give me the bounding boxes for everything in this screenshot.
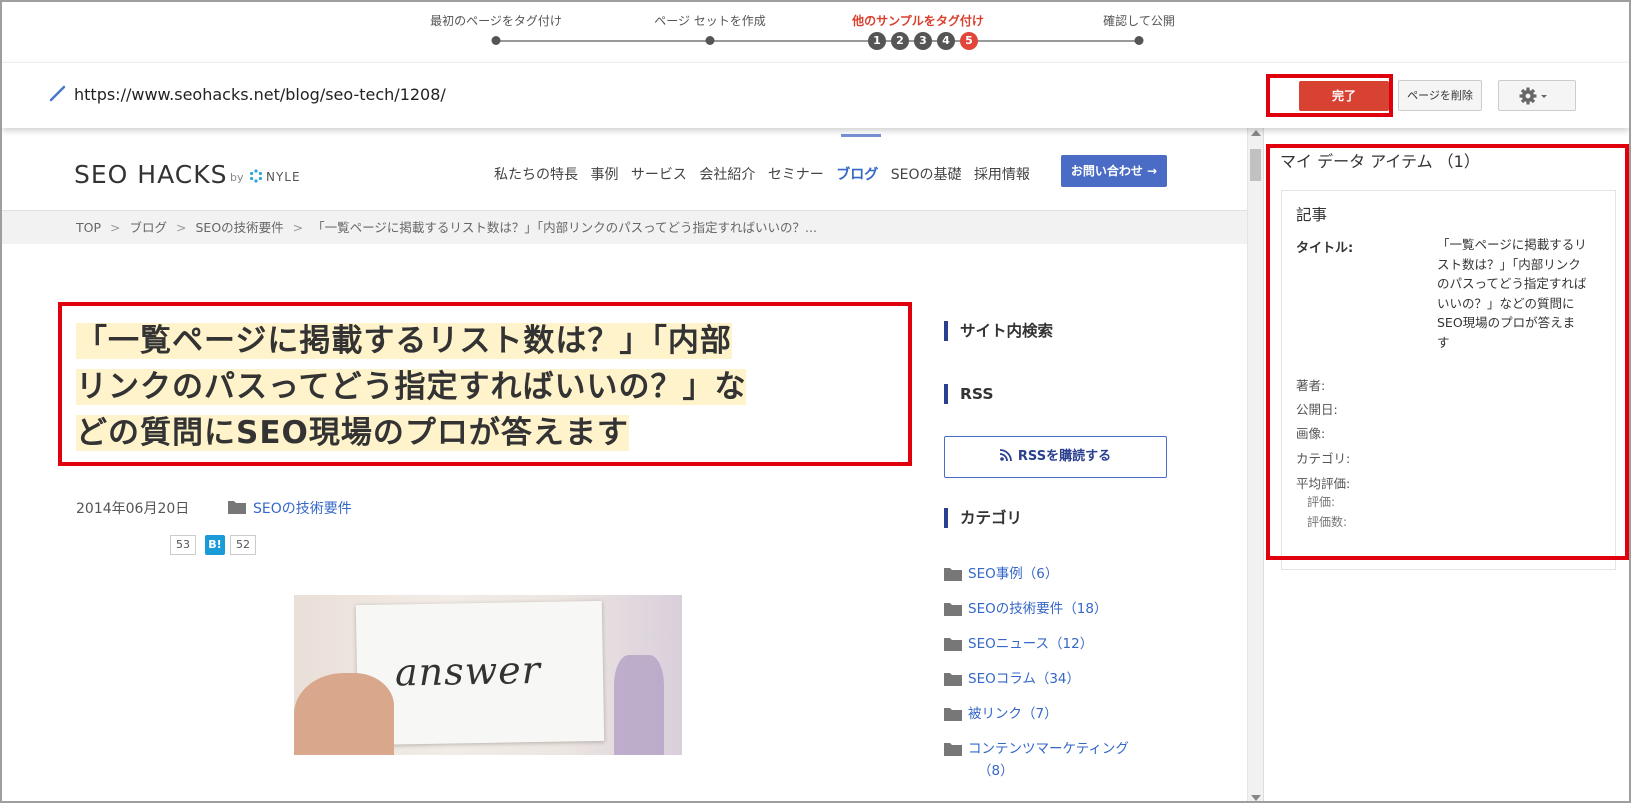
gear-icon: [1519, 87, 1547, 105]
rss-icon: [999, 449, 1012, 462]
scroll-down-arrow-icon[interactable]: [1251, 795, 1261, 801]
sample-number-5[interactable]: 5: [960, 32, 978, 50]
article-title-line-2: リンクのパスってどう指定すればいいの？」な: [76, 369, 747, 405]
folder-icon: [944, 603, 962, 616]
hatena-bookmark-icon[interactable]: B!: [205, 535, 225, 555]
step-dot-4[interactable]: [1134, 36, 1144, 45]
nyle-logo-text: NYLE: [266, 170, 301, 184]
folder-icon: [944, 673, 962, 686]
breadcrumb-seo-tech[interactable]: SEOの技術要件: [196, 220, 284, 235]
category-item[interactable]: SEO事例（6）: [944, 562, 1058, 582]
article-title[interactable]: 「一覧ページに掲載するリスト数は？」「内部 リンクのパスってどう指定すればいいの…: [76, 318, 896, 456]
sidebar-rss-heading: RSS: [944, 384, 994, 404]
preview-scrollbar[interactable]: [1247, 128, 1263, 801]
article-date: 2014年06月20日: [76, 501, 190, 517]
nyle-logo-icon: [250, 169, 262, 183]
breadcrumb-blog[interactable]: ブログ: [130, 220, 168, 235]
nav-recruit[interactable]: 採用情報: [974, 167, 1030, 183]
folder-icon: [944, 743, 962, 756]
article-title-line-1: 「一覧ページに掲載するリスト数は？」「内部: [76, 323, 732, 359]
step-dot-2[interactable]: [705, 36, 715, 45]
breadcrumb-top[interactable]: TOP: [76, 220, 101, 235]
logo-by-text: by: [230, 171, 244, 184]
nav-seminar[interactable]: セミナー: [768, 167, 824, 183]
sample-number-1[interactable]: 1: [868, 32, 886, 50]
answer-handwriting: answer: [394, 647, 542, 695]
category-item[interactable]: SEOの技術要件（18）: [944, 597, 1107, 617]
rss-button-label: RSSを購読する: [1017, 449, 1112, 464]
sample-number-2[interactable]: 2: [891, 32, 909, 50]
category-item[interactable]: SEOコラム（34）: [944, 667, 1080, 687]
delete-page-button[interactable]: ページを削除: [1398, 80, 1482, 111]
category-item[interactable]: SEOニュース（12）: [944, 632, 1093, 652]
sample-number-4[interactable]: 4: [937, 32, 955, 50]
share-count[interactable]: 53: [170, 535, 196, 555]
caret-down-icon: [1541, 95, 1547, 98]
website-preview[interactable]: SEO HACKS by NYLE 私たちの特長 事例 サービス 会社紹介 セミ…: [2, 128, 1247, 801]
article-category-link[interactable]: SEOの技術要件: [253, 498, 352, 518]
folder-icon: [944, 708, 962, 721]
article-image: answer: [294, 595, 682, 755]
nav-cases[interactable]: 事例: [590, 167, 618, 183]
data-panel-highlight: [1266, 144, 1629, 560]
image-hand-shape: [294, 673, 394, 755]
scroll-up-arrow-icon[interactable]: [1251, 130, 1261, 136]
rss-subscribe-button[interactable]: RSSを購読する: [944, 436, 1167, 478]
category-item-count[interactable]: （8）: [978, 759, 1014, 779]
hatena-bookmark-count[interactable]: 52: [230, 535, 256, 555]
page-url: https://www.seohacks.net/blog/seo-tech/1…: [74, 85, 446, 104]
nav-active-indicator: [841, 134, 881, 137]
step-label-page-set[interactable]: ページ セットを作成: [654, 12, 766, 29]
title-selection-highlight: 「一覧ページに掲載するリスト数は？」「内部 リンクのパスってどう指定すればいいの…: [58, 302, 912, 466]
category-item[interactable]: 被リンク（7）: [944, 702, 1058, 722]
folder-icon: [944, 568, 962, 581]
pencil-icon: [49, 85, 66, 102]
folder-icon: [944, 638, 962, 651]
step-label-publish[interactable]: 確認して公開: [1103, 12, 1175, 29]
nav-features[interactable]: 私たちの特長: [494, 167, 578, 183]
nav-seo-basics[interactable]: SEOの基礎: [891, 167, 962, 183]
done-button[interactable]: 完了: [1299, 81, 1389, 111]
site-logo[interactable]: SEO HACKS: [74, 160, 227, 189]
nav-company[interactable]: 会社紹介: [699, 167, 755, 183]
scroll-thumb[interactable]: [1250, 149, 1261, 181]
breadcrumb: TOP > ブログ > SEOの技術要件 > 「一覧ページに掲載するリスト数は？」「内部リン…: [2, 210, 1247, 244]
url-toolbar: https://www.seohacks.net/blog/seo-tech/1…: [2, 62, 1629, 128]
sidebar-category-heading: カテゴリ: [944, 508, 1022, 528]
sample-number-3[interactable]: 3: [914, 32, 932, 50]
step-label-first-page[interactable]: 最初のページをタグ付け: [430, 12, 562, 29]
category-item[interactable]: コンテンツマーケティング: [944, 737, 1129, 757]
image-tie-shape: [614, 655, 664, 755]
nav-services[interactable]: サービス: [631, 167, 687, 183]
sidebar-search-heading: サイト内検索: [944, 321, 1053, 341]
breadcrumb-current: 「一覧ページに掲載するリスト数は？」「内部リンクのパスってどう指定すればいいの？…: [312, 220, 817, 235]
step-label-tag-samples[interactable]: 他のサンプルをタグ付け: [852, 12, 984, 29]
site-navigation: 私たちの特長 事例 サービス 会社紹介 セミナー ブログ SEOの基礎 採用情報: [494, 164, 1038, 184]
app-frame: 最初のページをタグ付け ページ セットを作成 他のサンプルをタグ付け 1 2 3…: [0, 0, 1631, 803]
stepper-line: [496, 40, 1139, 42]
step-dot-1[interactable]: [491, 36, 501, 45]
contact-button[interactable]: お問い合わせ →: [1061, 155, 1167, 187]
nav-blog[interactable]: ブログ: [836, 167, 878, 183]
folder-icon: [228, 501, 246, 514]
settings-dropdown-button[interactable]: [1498, 80, 1576, 111]
article-title-line-3: どの質問にSEO現場のプロが答えます: [76, 415, 629, 451]
progress-stepper: 最初のページをタグ付け ページ セットを作成 他のサンプルをタグ付け 1 2 3…: [2, 2, 1629, 62]
